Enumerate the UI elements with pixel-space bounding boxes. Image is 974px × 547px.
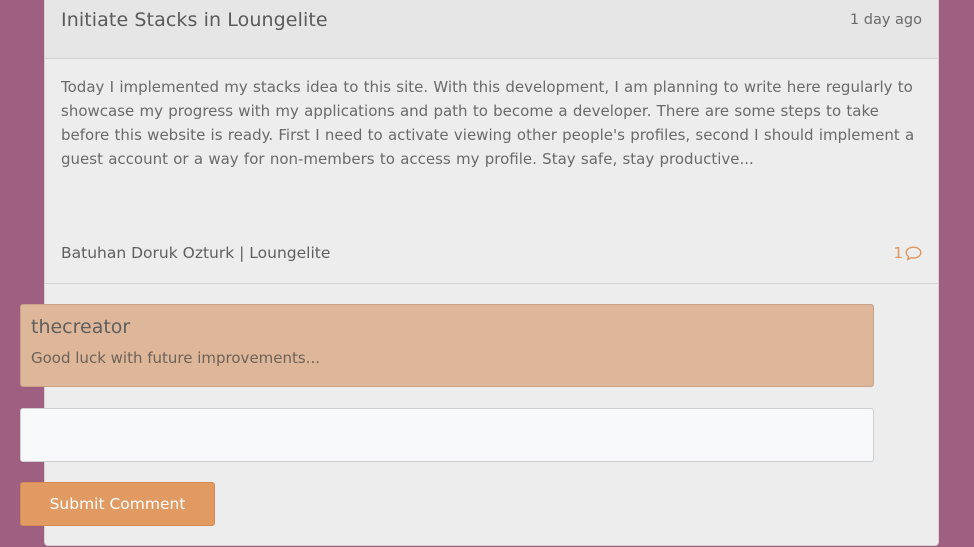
comment-count-value: 1: [893, 244, 903, 262]
comment-input[interactable]: [20, 408, 874, 462]
submit-comment-button[interactable]: Submit Comment: [20, 482, 215, 526]
post-author: Batuhan Doruk Ozturk | Loungelite: [61, 244, 331, 262]
comment-username: thecreator: [31, 316, 131, 338]
comment-text: Good luck with future improvements...: [31, 349, 321, 367]
post-body: Today I implemented my stacks idea to th…: [45, 59, 938, 284]
comment-item: thecreator Good luck with future improve…: [20, 304, 874, 387]
comment-count-link[interactable]: 1: [893, 244, 922, 262]
post-timestamp: 1 day ago: [849, 12, 922, 28]
post-card: Initiate Stacks in Loungelite 1 day ago …: [44, 0, 939, 546]
post-content: Today I implemented my stacks idea to th…: [61, 78, 915, 168]
post-title: Initiate Stacks in Loungelite: [61, 9, 328, 31]
post-header: Initiate Stacks in Loungelite 1 day ago: [45, 0, 938, 59]
speech-bubble-icon: [905, 246, 922, 260]
